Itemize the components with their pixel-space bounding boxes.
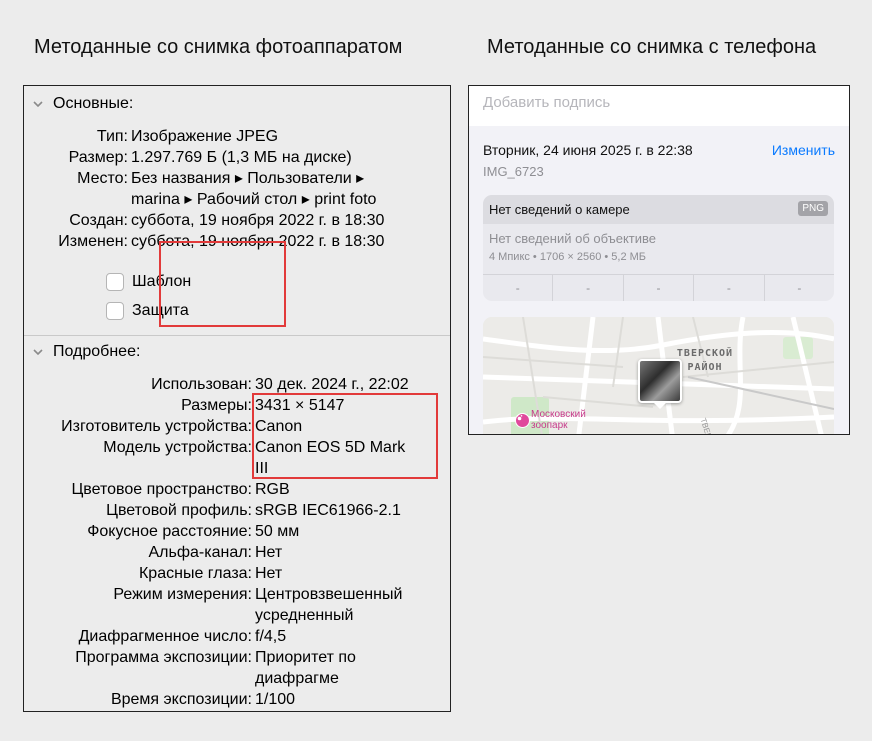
info-row: Красные глаза: Нет [24,563,450,584]
info-label: Изготовитель устройства: [61,418,252,435]
basic-info-list: Тип: Изображение JPEG Размер: 1.297.769 Б (… [24,126,450,252]
checkbox-box[interactable] [106,302,124,320]
info-value: 1/100 [255,691,296,708]
info-row: Изготовитель устройства: Canon [24,416,450,437]
info-value: Canon EOS 5D Mark III [255,439,406,477]
stat-cell: - [552,275,622,301]
info-value: RGB [255,481,290,498]
chevron-down-icon [33,101,43,108]
stat-cell: - [622,275,693,301]
photo-filename: IMG_6723 [483,164,544,179]
caption-placeholder[interactable]: Добавить подпись [483,94,610,111]
basic-section-title: Основные: [53,95,134,112]
info-value: Изображение JPEG [131,128,279,145]
protect-label: Защита [132,302,189,319]
info-value: sRGB IEC61966-2.1 [255,502,401,519]
right-caption: Методанные со снимка с телефона [487,36,817,58]
lens-info: Нет сведений об объективе [489,231,657,246]
info-row: Альфа-канал: Нет [24,542,450,563]
photo-datetime: Вторник, 24 июня 2025 г. в 22:38 [483,142,693,158]
camera-metadata-panel: Основные: Тип: Изображение JPEG Размер: 1.2… [23,85,451,712]
camera-title: Нет сведений о камере [489,202,630,217]
phone-metadata-panel: Добавить подпись Вторник, 24 июня 2025 г… [468,85,850,435]
info-value: суббота, 19 ноября 2022 г. в 18:30 [131,212,385,229]
info-row: Размер: 1.297.769 Б (1,3 МБ на диске) [24,147,450,168]
photo-location-pin[interactable] [638,359,682,403]
info-value: Нет [255,565,283,582]
info-label: Режим измерения: [113,586,252,603]
format-badge: PNG [798,201,828,216]
info-row: Фокусное расстояние: 50 мм [24,521,450,542]
info-label: Красные глаза: [138,565,252,582]
info-row: Программа экспозиции: Приоритет по диафра… [24,647,450,689]
zoo-pin-icon[interactable] [515,413,530,428]
camera-info-card: Нет сведений о камере PNG Нет сведений о… [483,195,834,301]
stat-cell: - [515,281,520,295]
info-label: Изменен: [58,233,128,250]
stat-cell: - [693,275,763,301]
info-value: Canon [255,418,303,435]
photo-thumbnail [640,361,680,401]
info-row: Цветовой профиль: sRGB IEC61966-2.1 [24,500,450,521]
info-value: Без названия ▸ Пользователи ▸ marina ▸ Р… [131,170,377,208]
info-label: Место: [77,170,128,187]
info-label: Цветовое пространство: [71,481,252,498]
info-row: Тип: Изображение JPEG [24,126,450,147]
basic-section-header[interactable]: Основные: [32,95,133,113]
info-value: 1.297.769 Б (1,3 МБ на диске) [131,149,352,166]
info-label: Модель устройства: [103,439,252,456]
info-row: Изменен: суббота, 19 ноября 2022 г. в 18:… [24,231,450,252]
detail-section-header[interactable]: Подробнее: [32,343,140,361]
image-specs: 4 Мпикс • 1706 × 2560 • 5,2 МБ [489,251,647,263]
info-value: Центровзвешенный усредненный [255,586,403,624]
info-label: Диафрагменное число: [78,628,252,645]
caption-field[interactable]: Добавить подпись [469,86,849,126]
info-row: Диафрагменное число: f/4,5 [24,626,450,647]
info-label: Время экспозиции: [110,691,252,708]
info-label: Программа экспозиции: [75,649,252,666]
chevron-down-icon [33,349,43,356]
info-label: Использован: [151,376,252,393]
info-label: Создан: [69,212,128,229]
info-label: Альфа-канал: [148,544,253,561]
left-caption: Методанные со снимка фотоаппаратом [34,36,403,58]
checkbox-box[interactable] [106,273,124,291]
pin-tail [654,403,666,409]
info-value: суббота, 19 ноября 2022 г. в 18:30 [131,233,385,250]
info-value: 30 дек. 2024 г., 22:02 [255,376,409,393]
info-value: f/4,5 [255,628,287,645]
info-label: Размеры: [181,397,252,414]
info-row: Использован: 30 дек. 2024 г., 22:02 [24,374,450,395]
info-label: Цветовой профиль: [106,502,252,519]
info-value: Нет [255,544,283,561]
info-label: Тип: [96,128,128,145]
camera-card-header: Нет сведений о камере PNG [483,195,834,224]
info-value: 3431 × 5147 [255,397,345,414]
info-row: Место: Без названия ▸ Пользователи ▸ mari… [24,168,450,210]
info-row: Время экспозиции: 1/100 [24,689,450,710]
info-label: Фокусное расстояние: [87,523,252,540]
protect-checkbox[interactable]: Защита [106,302,189,320]
edit-button[interactable]: Изменить [772,142,835,158]
template-label: Шаблон [132,273,192,290]
info-value: Приоритет по диафрагме [255,649,356,687]
zoo-label: Московский зоопарк [531,409,586,431]
stat-cell: - [763,275,834,301]
info-row: Модель устройства: Canon EOS 5D Mark III [24,437,450,479]
location-map[interactable]: ТВЕРСКОЙ РАЙОН Московский зоопарк ТВЕР [483,317,834,434]
info-value: 50 мм [255,523,300,540]
exposure-stats: - - - - - [483,274,834,301]
paw-icon [516,415,523,421]
section-divider [24,335,450,336]
detail-info-list: Использован: 30 дек. 2024 г., 22:02 Размер… [24,374,450,710]
info-label: Размер: [68,149,128,166]
info-row: Размеры: 3431 × 5147 [24,395,450,416]
template-checkbox[interactable]: Шаблон [106,273,191,291]
info-row: Создан: суббота, 19 ноября 2022 г. в 18:3… [24,210,450,231]
detail-section-title: Подробнее: [53,343,141,360]
info-row: Режим измерения: Центровзвешенный усредне… [24,584,450,626]
info-row: Цветовое пространство: RGB [24,479,450,500]
